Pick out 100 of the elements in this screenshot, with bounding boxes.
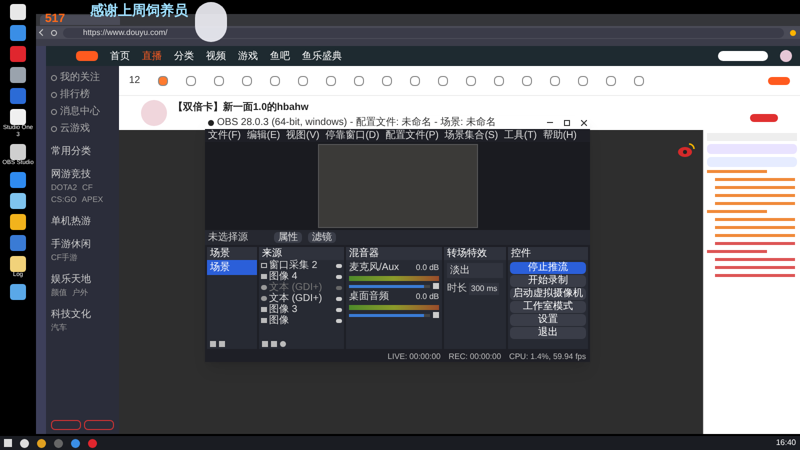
image-icon — [261, 274, 267, 279]
toolbar-icon[interactable] — [466, 76, 476, 86]
volume-slider[interactable] — [349, 284, 430, 288]
toolbar-icon[interactable] — [270, 76, 280, 86]
maximize-icon[interactable] — [564, 120, 570, 126]
desktop-app-icon[interactable] — [10, 4, 26, 20]
source-status-label: 未选择源 — [208, 230, 249, 245]
menu-item[interactable]: 停靠窗口(D) — [325, 128, 380, 143]
side-nav-item[interactable]: 我的关注 — [51, 70, 114, 85]
extension-icon[interactable] — [790, 30, 796, 36]
window-title: OBS 28.0.3 (64-bit, windows) - 配置文件: 未命名 - 场景: 未命名 — [217, 116, 496, 129]
control-button[interactable]: 设置 — [510, 314, 586, 326]
category-link[interactable]: 汽车 — [51, 322, 67, 334]
toolbar-icon[interactable] — [606, 76, 616, 86]
avatar-icon[interactable] — [780, 50, 792, 62]
toolbar-icon[interactable] — [242, 76, 252, 86]
dock-title: 转场特效 — [444, 247, 506, 260]
browser-tab[interactable] — [40, 15, 120, 25]
desktop-app-icon[interactable] — [10, 214, 26, 230]
desktop-app-icon[interactable] — [10, 144, 26, 160]
visibility-eye-icon[interactable] — [336, 296, 342, 300]
toolbar-icon[interactable] — [382, 76, 392, 86]
close-icon[interactable] — [581, 120, 587, 126]
category-link[interactable]: APEX — [82, 194, 104, 206]
nav-link[interactable]: 鱼吧 — [270, 48, 290, 64]
menu-item[interactable]: 配置文件(P) — [385, 128, 439, 143]
source-item[interactable]: 窗口采集 2 — [259, 260, 344, 271]
overlay-count-text: 517 — [45, 12, 66, 25]
toolbar-icon[interactable] — [214, 76, 224, 86]
dock-title: 场景 — [207, 247, 257, 260]
nav-link[interactable]: 视频 — [206, 48, 226, 64]
desktop-app-icon[interactable] — [10, 193, 26, 209]
room-title: 【双倍卡】新一面1.0的hbahw — [173, 100, 309, 115]
control-button[interactable]: 启动虚拟摄像机 — [510, 288, 586, 300]
toolbar-icon[interactable] — [494, 76, 504, 86]
dock-title: 控件 — [508, 247, 588, 260]
client-button[interactable] — [51, 420, 81, 430]
visibility-eye-icon[interactable] — [336, 308, 342, 312]
menu-item[interactable]: 视图(V) — [286, 128, 320, 143]
toolbar-icon[interactable] — [298, 76, 308, 86]
control-button[interactable]: 工作室模式 — [510, 301, 586, 313]
scene-item[interactable]: 场景 — [207, 260, 257, 275]
desktop-app-icon[interactable] — [10, 109, 26, 125]
toolbar-icon[interactable] — [438, 76, 448, 86]
visibility-eye-icon[interactable] — [336, 318, 342, 322]
desktop-app-icon[interactable] — [10, 67, 26, 83]
source-item[interactable]: 图像 4 — [259, 271, 344, 282]
toolbar-button[interactable]: 属性 — [274, 232, 302, 243]
source-item[interactable]: 图像 — [259, 315, 344, 326]
category-link[interactable]: CF — [82, 182, 93, 194]
toolbar-button[interactable]: 滤镜 — [308, 232, 336, 243]
toolbar-icon[interactable] — [326, 76, 336, 86]
transition-select[interactable]: 淡出 — [447, 263, 503, 278]
desktop-app-icon[interactable] — [10, 256, 26, 272]
control-button[interactable]: 开始录制 — [510, 275, 586, 287]
category-link[interactable]: 颜值 — [51, 287, 67, 299]
side-nav-item[interactable]: 消息中心 — [51, 104, 114, 119]
toolbar-icon[interactable] — [158, 76, 168, 86]
side-nav-item[interactable]: 排行榜 — [51, 87, 114, 102]
nav-link[interactable]: 直播 — [142, 48, 162, 64]
start-icon[interactable] — [4, 439, 12, 447]
category-heading: 娱乐天地 — [51, 272, 92, 287]
category-link[interactable]: CF手游 — [51, 252, 78, 264]
nav-link[interactable]: 游戏 — [238, 48, 258, 64]
live-status: LIVE: 00:00:00 — [388, 350, 441, 362]
duration-field[interactable]: 300 ms — [469, 282, 500, 294]
visibility-eye-icon[interactable] — [336, 274, 342, 278]
menu-item[interactable]: 工具(T) — [504, 128, 537, 143]
channel-name: 桌面音频 — [349, 291, 389, 303]
menu-item[interactable]: 帮助(H) — [542, 128, 577, 143]
desktop-app-icon[interactable] — [10, 284, 26, 300]
nav-link[interactable]: 首页 — [110, 48, 130, 64]
toolbar-icon[interactable] — [578, 76, 588, 86]
reload-icon[interactable] — [51, 30, 57, 36]
control-button[interactable]: 退出 — [510, 327, 586, 339]
category-link[interactable]: CS:GO — [51, 194, 77, 206]
toolbar-icon[interactable] — [410, 76, 420, 86]
nav-link[interactable]: 分类 — [174, 48, 194, 64]
category-link[interactable]: 户外 — [72, 287, 88, 299]
search-field[interactable] — [718, 51, 768, 61]
client-button[interactable] — [84, 420, 114, 430]
category-link[interactable]: DOTA2 — [51, 182, 78, 194]
toolbar-icon[interactable] — [522, 76, 532, 86]
visibility-eye-icon[interactable] — [336, 264, 342, 268]
menu-item[interactable]: 场景集合(S) — [444, 128, 498, 143]
source-item[interactable]: 文本 (GDI+) — [259, 293, 344, 304]
dock-title: 混音器 — [346, 247, 442, 260]
rec-status: REC: 00:00:00 — [448, 350, 502, 362]
side-nav-item[interactable]: 云游戏 — [51, 121, 114, 136]
volume-slider[interactable] — [349, 314, 430, 316]
address-bar[interactable]: https://www.douyu.com/ — [63, 28, 784, 38]
toolbar-icon[interactable] — [186, 76, 196, 86]
control-button[interactable]: 停止推流 — [510, 262, 586, 274]
toolbar-icon[interactable] — [354, 76, 364, 86]
toolbar-icon[interactable] — [550, 76, 560, 86]
menu-item[interactable]: 编辑(E) — [246, 128, 280, 143]
menu-item[interactable]: 文件(F) — [208, 128, 241, 143]
nav-link[interactable]: 鱼乐盛典 — [302, 48, 342, 64]
toolbar-icon[interactable] — [634, 76, 644, 86]
source-item[interactable]: 图像 3 — [259, 304, 344, 315]
